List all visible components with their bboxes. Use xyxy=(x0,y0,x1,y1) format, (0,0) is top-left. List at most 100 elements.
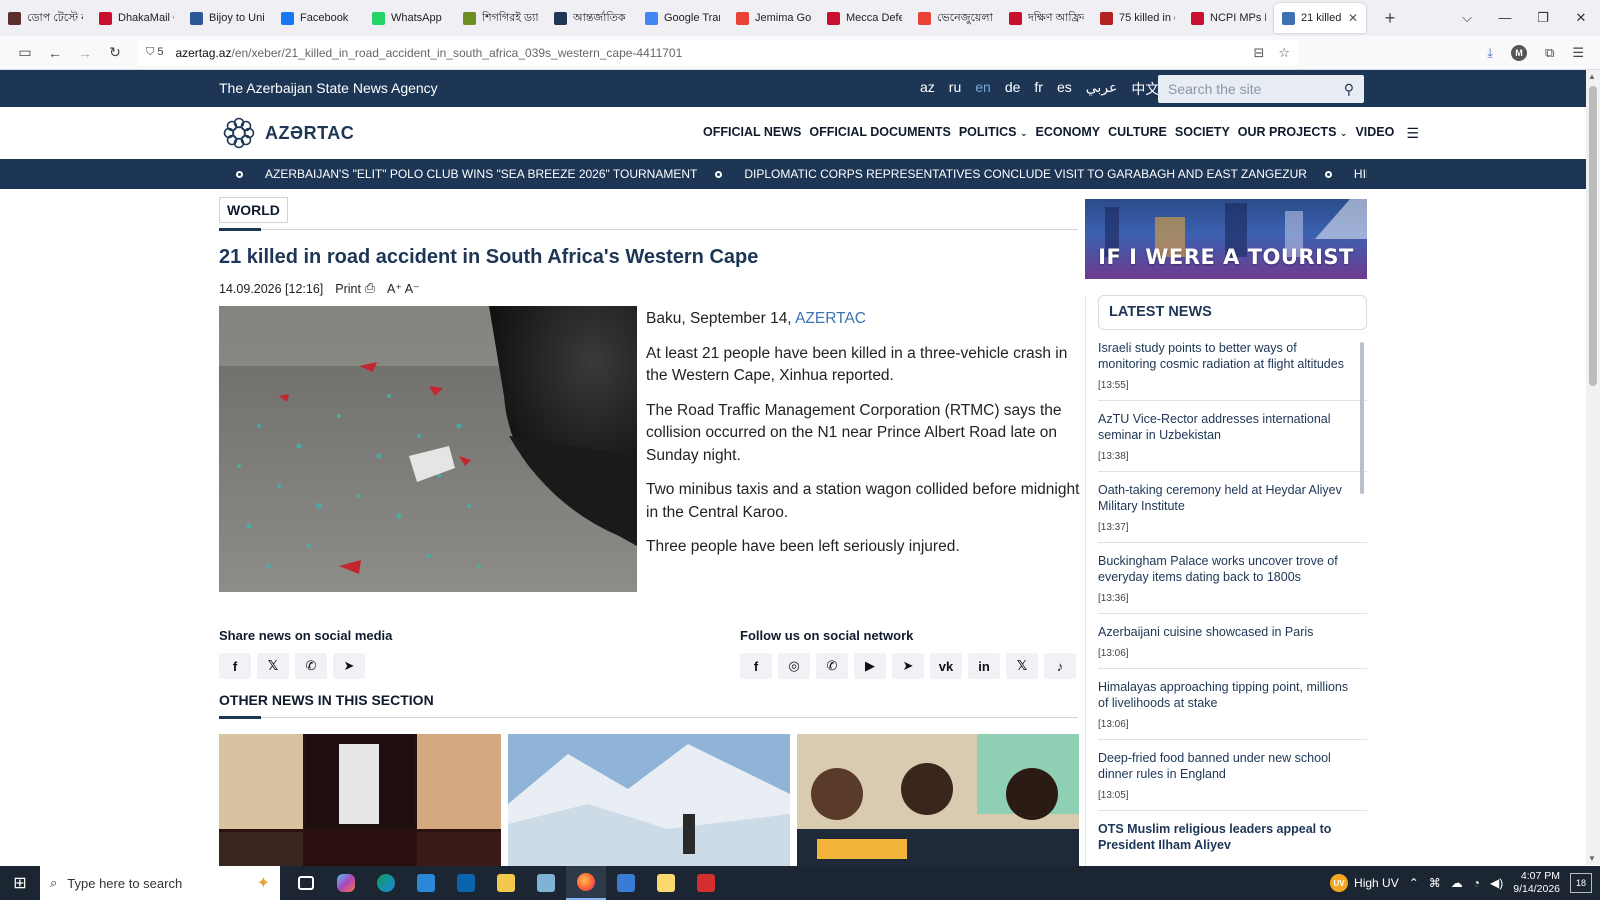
minimize-button[interactable]: — xyxy=(1486,10,1524,26)
wifi-icon[interactable]: ◔ xyxy=(1473,876,1480,890)
other-news-thumbnail[interactable] xyxy=(797,734,1079,866)
taskbar-search[interactable]: ⌕ Type here to search ✦ xyxy=(40,866,280,900)
other-news-thumbnail[interactable] xyxy=(508,734,790,866)
telegram-icon[interactable]: ➤ xyxy=(892,653,924,679)
language-option[interactable]: en xyxy=(975,79,991,99)
nav-item[interactable]: SOCIETY xyxy=(1175,125,1230,142)
language-option[interactable]: 中文 xyxy=(1131,79,1159,99)
telegram-icon[interactable]: ➤ xyxy=(333,653,365,679)
news-title[interactable]: Buckingham Palace works uncover trove of… xyxy=(1098,553,1353,585)
tray-overflow-icon[interactable]: ⌃ xyxy=(1409,876,1419,890)
vk-icon[interactable]: vk xyxy=(930,653,962,679)
latest-news-item[interactable]: Himalayas approaching tipping point, mil… xyxy=(1098,679,1367,740)
browser-tab[interactable]: আন্তর্জাতিক xyxy=(546,3,637,33)
nav-item[interactable]: VIDEO xyxy=(1355,125,1394,142)
notepad-icon[interactable] xyxy=(526,866,566,900)
nav-item[interactable]: POLITICS ⌄ xyxy=(959,125,1028,142)
language-option[interactable]: az xyxy=(920,79,935,99)
downloads-icon[interactable]: ⤓ xyxy=(1487,45,1493,61)
scroll-up-arrow-icon[interactable]: ▲ xyxy=(1588,72,1596,81)
news-title[interactable]: Deep-fried food banned under new school … xyxy=(1098,750,1353,782)
close-tab-icon[interactable]: ✕ xyxy=(1348,11,1358,25)
reload-icon[interactable]: ↻ xyxy=(100,44,130,61)
firefox-icon[interactable] xyxy=(566,866,606,900)
volume-icon[interactable]: ◀) xyxy=(1490,876,1503,890)
latest-news-item[interactable]: AzTU Vice-Rector addresses international… xyxy=(1098,411,1367,472)
ticker-item[interactable]: AZERBAIJAN'S "ELIT" POLO CLUB WINS "SEA … xyxy=(265,167,697,181)
tourist-banner[interactable]: IF I WERE A TOURIST xyxy=(1085,199,1367,279)
browser-tab[interactable]: NCPI MPs BJ xyxy=(1183,3,1274,33)
news-title[interactable]: AzTU Vice-Rector addresses international… xyxy=(1098,411,1353,443)
x-twitter-icon[interactable]: 𝕏 xyxy=(257,653,289,679)
latest-news-item[interactable]: Oath-taking ceremony held at Heydar Aliy… xyxy=(1098,482,1367,543)
page-save-icon[interactable]: ⊟ xyxy=(1253,45,1264,61)
network-icon[interactable]: ⌘ xyxy=(1429,876,1441,890)
youtube-icon[interactable]: ▶ xyxy=(854,653,886,679)
bookmark-star-icon[interactable]: ☆ xyxy=(1278,45,1290,61)
news-title[interactable]: OTS Muslim religious leaders appeal to P… xyxy=(1098,821,1353,853)
extensions-icon[interactable]: ⧉ xyxy=(1545,45,1554,61)
hamburger-menu-icon[interactable]: ☰ xyxy=(1406,125,1419,142)
system-clock[interactable]: 4:07 PM 9/14/2026 xyxy=(1513,870,1560,896)
print-button[interactable]: Print ⎙ xyxy=(335,281,375,296)
cloud-icon[interactable]: ☁ xyxy=(1451,876,1463,890)
ticker-item[interactable]: HIKMET HAJIYEV: A xyxy=(1354,167,1367,181)
restore-button[interactable]: ❐ xyxy=(1524,10,1562,26)
scroll-down-arrow-icon[interactable]: ▼ xyxy=(1588,854,1596,863)
notes-icon[interactable] xyxy=(646,866,686,900)
instagram-icon[interactable]: ◎ xyxy=(778,653,810,679)
nav-item[interactable]: OFFICIAL DOCUMENTS xyxy=(809,125,950,142)
edge-icon[interactable] xyxy=(366,866,406,900)
browser-tab[interactable]: Bijoy to Unic xyxy=(182,3,273,33)
site-search-input[interactable] xyxy=(1168,81,1328,97)
remote-desktop-icon[interactable] xyxy=(606,866,646,900)
file-explorer-icon[interactable] xyxy=(486,866,526,900)
browser-tab[interactable]: WhatsApp xyxy=(364,3,455,33)
nav-item[interactable]: OUR PROJECTS ⌄ xyxy=(1238,125,1348,142)
ticker-item[interactable]: DIPLOMATIC CORPS REPRESENTATIVES CONCLUD… xyxy=(744,167,1307,181)
latest-news-item[interactable]: OTS Muslim religious leaders appeal to P… xyxy=(1098,821,1367,862)
latest-news-scrollbar[interactable] xyxy=(1360,342,1364,494)
latest-news-item[interactable]: Deep-fried food banned under new school … xyxy=(1098,750,1367,811)
news-title[interactable]: Azerbaijani cuisine showcased in Paris xyxy=(1098,624,1353,640)
notifications-icon[interactable]: 18 xyxy=(1570,873,1592,893)
whatsapp-icon[interactable]: ✆ xyxy=(295,653,327,679)
weather-widget[interactable]: UV High UV xyxy=(1330,874,1399,892)
browser-tab[interactable]: দক্ষিণ আফ্রিক xyxy=(1001,3,1092,33)
nav-item[interactable]: OFFICIAL NEWS xyxy=(703,125,801,142)
copilot-icon[interactable] xyxy=(326,866,366,900)
tab-list-button[interactable]: ⌵ xyxy=(1448,10,1486,26)
store-icon[interactable] xyxy=(406,866,446,900)
section-tag[interactable]: WORLD xyxy=(219,197,288,223)
facebook-icon[interactable]: f xyxy=(219,653,251,679)
profile-avatar[interactable]: M xyxy=(1511,44,1528,61)
page-scrollbar[interactable]: ▲ ▼ xyxy=(1586,70,1600,865)
sidebar-toggle-icon[interactable]: ▭ xyxy=(10,44,40,61)
browser-tab[interactable]: ভেনেজুয়েলা xyxy=(910,3,1001,33)
language-option[interactable]: fr xyxy=(1034,79,1043,99)
shield-icon[interactable]: ⛉ 5 xyxy=(146,46,163,59)
news-title[interactable]: Himalayas approaching tipping point, mil… xyxy=(1098,679,1353,711)
whatsapp-icon[interactable]: ✆ xyxy=(816,653,848,679)
facebook-icon[interactable]: f xyxy=(740,653,772,679)
browser-tab[interactable]: Google Trans xyxy=(637,3,728,33)
nav-item[interactable]: CULTURE xyxy=(1108,125,1167,142)
language-option[interactable]: de xyxy=(1005,79,1021,99)
back-icon[interactable]: ← xyxy=(40,45,70,61)
language-option[interactable]: عربي xyxy=(1086,79,1118,99)
address-bar[interactable]: ⛉ 5 azertag.az/en/xeber/21_killed_in_roa… xyxy=(138,39,1298,66)
latest-news-item[interactable]: Israeli study points to better ways of m… xyxy=(1098,340,1367,401)
task-view-icon[interactable] xyxy=(286,866,326,900)
source-link[interactable]: AZERTAC xyxy=(795,310,866,327)
bengali-keyboard-icon[interactable] xyxy=(686,866,726,900)
browser-tab[interactable]: Jemima Gold xyxy=(728,3,819,33)
browser-tab-active[interactable]: 21 killed in ✕ xyxy=(1274,3,1366,33)
language-option[interactable]: ru xyxy=(949,79,961,99)
browser-tab[interactable]: 75 killed in c xyxy=(1092,3,1183,33)
linkedin-icon[interactable]: in xyxy=(968,653,1000,679)
latest-news-item[interactable]: Azerbaijani cuisine showcased in Paris [1… xyxy=(1098,624,1367,669)
outlook-icon[interactable] xyxy=(446,866,486,900)
windows-start-icon[interactable]: ⊞ xyxy=(0,873,40,893)
forward-icon[interactable]: → xyxy=(70,45,100,61)
tiktok-icon[interactable]: ♪ xyxy=(1044,653,1076,679)
